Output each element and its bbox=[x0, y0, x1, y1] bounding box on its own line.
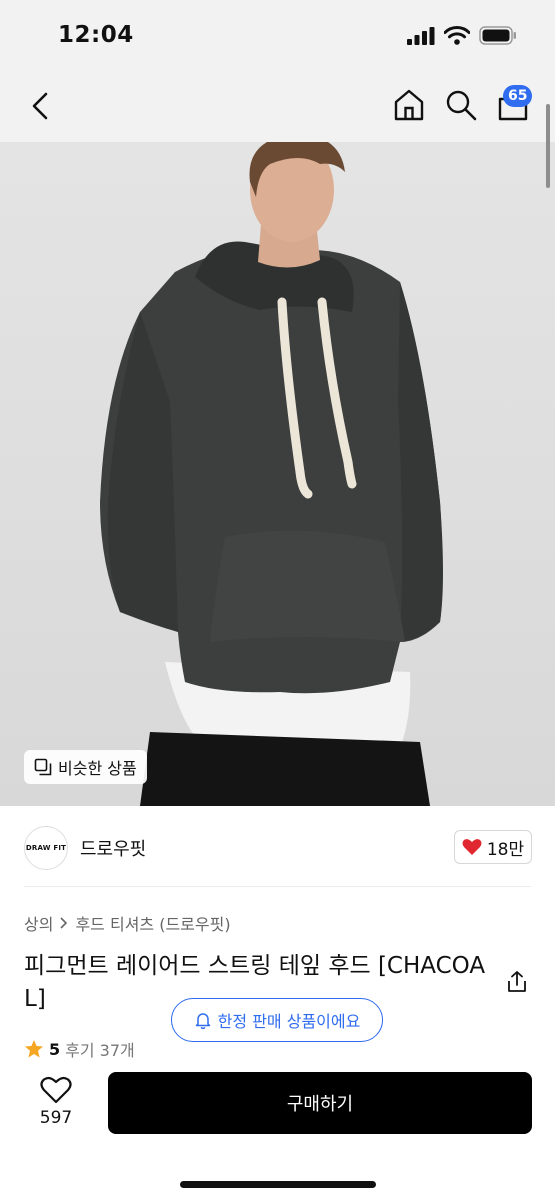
rating-value: 5 bbox=[49, 1039, 61, 1059]
chevron-right-icon bbox=[60, 917, 68, 929]
breadcrumb-category[interactable]: 상의 bbox=[24, 911, 53, 935]
brand-logo-text: DRAW FIT bbox=[25, 844, 67, 852]
rating-row[interactable]: 5 후기 37개 bbox=[24, 1038, 135, 1060]
divider bbox=[24, 886, 531, 887]
wifi-icon bbox=[444, 26, 470, 45]
bell-icon bbox=[195, 1013, 210, 1029]
brand-row: DRAW FIT 드로우핏 18만 bbox=[0, 806, 555, 888]
wishlist-button[interactable]: 597 bbox=[24, 1076, 88, 1138]
breadcrumb-subcategory[interactable]: 후드 티셔츠 (드로우핏) bbox=[75, 911, 230, 935]
wishlist-count: 597 bbox=[39, 1108, 73, 1128]
heart-outline-icon bbox=[40, 1076, 72, 1104]
brand-like-button[interactable]: 18만 bbox=[454, 830, 532, 864]
cart-count-badge: 65 bbox=[503, 85, 533, 107]
status-time: 12:04 bbox=[58, 22, 134, 48]
buy-button[interactable]: 구매하기 bbox=[108, 1072, 532, 1134]
breadcrumb: 상의 후드 티셔츠 (드로우핏) bbox=[24, 911, 231, 935]
similar-products-button[interactable]: 비슷한 상품 bbox=[24, 750, 147, 784]
similar-products-label: 비슷한 상품 bbox=[58, 759, 137, 778]
home-icon[interactable] bbox=[392, 88, 426, 122]
scroll-indicator[interactable] bbox=[546, 104, 550, 188]
buy-button-label: 구매하기 bbox=[286, 1094, 354, 1115]
brand-like-count: 18만 bbox=[486, 839, 525, 860]
hoodie-photo bbox=[100, 142, 443, 806]
bottom-bar: 597 구매하기 bbox=[0, 1058, 555, 1200]
signal-icon bbox=[407, 26, 435, 45]
brand-name[interactable]: 드로우핏 bbox=[80, 835, 146, 861]
heart-icon bbox=[462, 839, 482, 855]
limited-sale-label: 한정 판매 상품이에요 bbox=[217, 1012, 361, 1031]
home-indicator bbox=[180, 1181, 376, 1188]
top-nav bbox=[0, 70, 555, 142]
status-bar: 12:04 bbox=[0, 0, 555, 70]
brand-logo[interactable]: DRAW FIT bbox=[24, 826, 68, 870]
product-image[interactable] bbox=[0, 142, 555, 806]
review-count: 후기 37개 bbox=[65, 1041, 135, 1060]
similar-icon bbox=[34, 758, 52, 776]
search-icon[interactable] bbox=[444, 88, 478, 122]
battery-icon bbox=[479, 26, 516, 45]
star-icon bbox=[25, 1040, 43, 1058]
share-icon[interactable] bbox=[505, 970, 529, 994]
status-icons bbox=[407, 26, 517, 45]
back-icon[interactable] bbox=[26, 90, 56, 122]
limited-sale-pill[interactable]: 한정 판매 상품이에요 bbox=[171, 998, 383, 1042]
